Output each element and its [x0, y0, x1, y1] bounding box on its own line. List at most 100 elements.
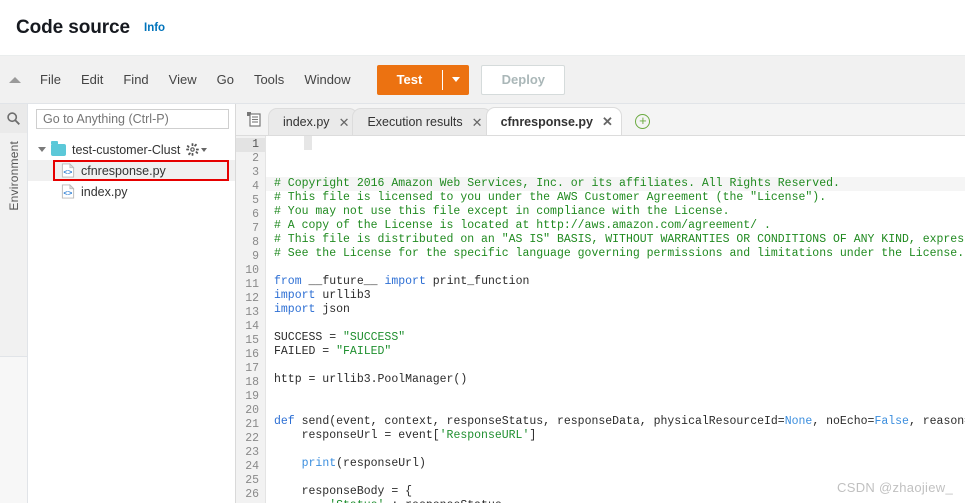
- environment-rail-label: Environment: [6, 141, 21, 211]
- code-line[interactable]: [266, 359, 965, 373]
- code-line[interactable]: def send(event, context, responseStatus,…: [266, 415, 965, 429]
- collapse-panel-button[interactable]: [0, 76, 30, 83]
- code-line[interactable]: from __future__ import print_function: [266, 275, 965, 289]
- code-line[interactable]: responseBody = {: [266, 485, 965, 499]
- rail-spacer: [0, 211, 27, 357]
- code-line[interactable]: [266, 261, 965, 275]
- code-token: 'Status': [329, 499, 384, 503]
- code-content[interactable]: # Copyright 2016 Amazon Web Services, In…: [266, 136, 965, 503]
- triangle-down-icon[interactable]: [38, 147, 46, 152]
- code-file-icon: <>: [61, 163, 75, 178]
- code-line[interactable]: # You may not use this file except in co…: [266, 205, 965, 219]
- code-line[interactable]: [266, 443, 965, 457]
- test-button[interactable]: Test: [376, 64, 470, 95]
- code-line[interactable]: SUCCESS = "SUCCESS": [266, 331, 965, 345]
- close-icon[interactable]: ✕: [472, 116, 483, 129]
- new-tab-button[interactable]: +: [628, 108, 658, 135]
- folder-settings-button[interactable]: [186, 143, 208, 156]
- code-line[interactable]: # See the License for the specific langu…: [266, 247, 965, 261]
- line-number: 4: [252, 180, 259, 193]
- code-token: "FAILED": [336, 345, 392, 358]
- code-token: print: [301, 457, 337, 470]
- code-token: 'ResponseURL': [439, 429, 530, 442]
- code-line[interactable]: 'Status' : responseStatus,: [266, 499, 965, 503]
- code-token: # You may not use this file except in co…: [274, 205, 730, 218]
- line-number: 3: [252, 166, 259, 179]
- code-token: FAILED =: [274, 345, 337, 358]
- code-line[interactable]: print(responseUrl): [266, 457, 965, 471]
- menu-item-edit[interactable]: Edit: [71, 67, 113, 92]
- line-number: 20: [245, 404, 259, 417]
- line-number: 26: [245, 488, 259, 501]
- code-line[interactable]: # A copy of the License is located at ht…: [266, 219, 965, 233]
- line-number: 7: [252, 222, 259, 235]
- menu-item-go[interactable]: Go: [207, 67, 244, 92]
- tree-file-row[interactable]: <> index.py: [28, 181, 235, 202]
- code-file-icon: <>: [61, 184, 75, 199]
- tree-folder-row[interactable]: test-customer-Clust: [28, 139, 235, 160]
- search-toggle-button[interactable]: [0, 104, 27, 133]
- code-line[interactable]: [266, 471, 965, 485]
- search-icon: [7, 112, 20, 125]
- tab-list-button[interactable]: [240, 103, 268, 135]
- gear-icon: [186, 143, 200, 156]
- code-line[interactable]: [266, 401, 965, 415]
- line-number: 19: [245, 390, 259, 403]
- line-number: 13: [245, 306, 259, 319]
- info-link[interactable]: Info: [144, 22, 165, 34]
- code-token: http = urllib3.PoolManager(): [274, 373, 468, 386]
- line-number: 11: [245, 278, 259, 291]
- code-line[interactable]: FAILED = "FAILED": [266, 345, 965, 359]
- line-number: 2: [252, 152, 259, 165]
- test-dropdown-button[interactable]: [443, 65, 469, 95]
- code-token: print_function: [425, 275, 530, 288]
- tree-folder-label: test-customer-Clust: [72, 142, 181, 157]
- tree-file-row[interactable]: <> cfnresponse.py: [28, 160, 235, 181]
- line-number: 6: [252, 208, 259, 221]
- editor-tab-active[interactable]: cfnresponse.py ✕: [485, 107, 622, 135]
- tree-file-label: index.py: [81, 184, 128, 199]
- editor-tab[interactable]: Execution results ✕: [352, 108, 492, 135]
- menu-item-tools[interactable]: Tools: [244, 67, 294, 92]
- file-tree: test-customer-Clust <> cfnresponse.py <> ind…: [28, 133, 235, 503]
- code-line[interactable]: # This file is distributed on an "AS IS"…: [266, 233, 965, 247]
- menu-item-find[interactable]: Find: [113, 67, 158, 92]
- close-icon[interactable]: ✕: [339, 116, 350, 129]
- code-token: , noEcho=: [812, 415, 875, 428]
- code-line[interactable]: # This file is licensed to you under the…: [266, 191, 965, 205]
- line-number: 18: [245, 376, 259, 389]
- close-icon[interactable]: ✕: [602, 115, 613, 128]
- code-token: from: [274, 275, 302, 288]
- line-number: 10: [245, 264, 259, 277]
- deploy-button[interactable]: Deploy: [481, 64, 566, 95]
- code-line[interactable]: http = urllib3.PoolManager(): [266, 373, 965, 387]
- page-title: Code source: [16, 16, 130, 38]
- sidebar-search-wrap: [28, 104, 235, 133]
- line-number: 12: [245, 292, 259, 305]
- code-source-panel: Code source Info File Edit Find View Go Tools…: [0, 0, 965, 503]
- code-line[interactable]: # Copyright 2016 Amazon Web Services, In…: [266, 177, 965, 191]
- line-number: 5: [252, 194, 259, 207]
- menu-item-file[interactable]: File: [30, 67, 71, 92]
- menu-item-view[interactable]: View: [159, 67, 207, 92]
- editor-body: Environment test-customer-Clust <> cfnresp…: [0, 104, 965, 503]
- code-line[interactable]: import json: [266, 303, 965, 317]
- code-token: "SUCCESS": [343, 331, 406, 344]
- line-number: 24: [245, 460, 259, 473]
- code-line[interactable]: [266, 387, 965, 401]
- editor-tab[interactable]: index.py ✕: [268, 108, 359, 135]
- code-token: # A copy of the License is located at ht…: [274, 219, 771, 232]
- code-line[interactable]: import urllib3: [266, 289, 965, 303]
- search-input[interactable]: [36, 109, 229, 129]
- menu-item-window[interactable]: Window: [294, 67, 360, 92]
- code-line[interactable]: [266, 317, 965, 331]
- line-number: 16: [245, 348, 259, 361]
- chevron-down-icon: [452, 77, 461, 82]
- code-line[interactable]: responseUrl = event['ResponseURL']: [266, 429, 965, 443]
- code-area[interactable]: 1 2 3 4 5 6 7 8 9 10 11 12 13 14 15 16 17 18 19 20 21 22 23 24 2…: [236, 136, 965, 503]
- code-token: __future__: [301, 275, 385, 288]
- rail-bottom-region: [0, 356, 27, 503]
- code-token: (responseUrl): [336, 457, 426, 470]
